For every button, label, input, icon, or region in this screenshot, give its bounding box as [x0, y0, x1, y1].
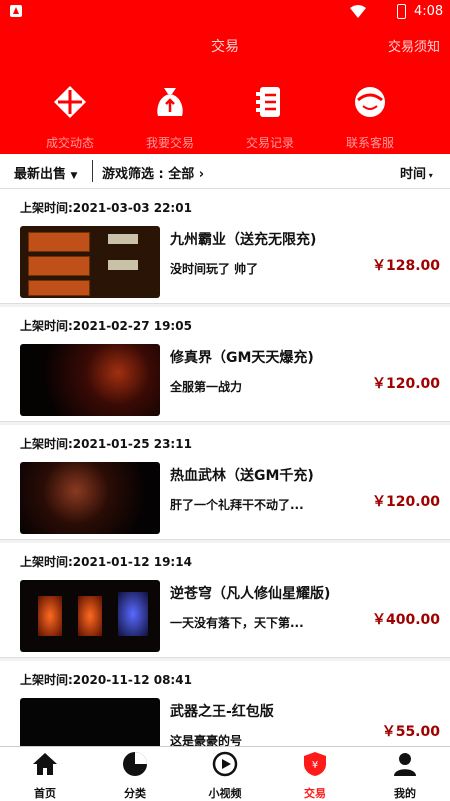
- quick-label: 联系客服: [345, 136, 394, 150]
- trade-header: 交易 交易须知 成交动态 我要交易 交易记录 联系客服: [0, 24, 450, 154]
- game-thumbnail: [20, 580, 160, 652]
- listed-time: 上架时间:2021-03-03 22:01: [20, 201, 192, 215]
- listing-card[interactable]: 上架时间:2021-01-12 19:14 逆苍穹（凡人修仙星耀版) 一天没有落…: [0, 543, 450, 658]
- list-document-icon: [256, 87, 280, 117]
- listing-card[interactable]: 上架时间:2021-03-03 22:01 九州霸业（送充无限充) 没时间玩了 …: [0, 189, 450, 304]
- quick-label: 我要交易: [145, 136, 194, 150]
- listing-description: 一天没有落下，天下第...: [170, 616, 304, 630]
- quick-contact-support[interactable]: 联系客服: [320, 84, 420, 151]
- tab-trade[interactable]: ¥ 交易: [270, 751, 360, 801]
- category-icon: [123, 752, 147, 776]
- tab-label: 首页: [34, 787, 56, 800]
- trade-notice-link[interactable]: 交易须知: [388, 36, 440, 55]
- tab-label: 交易: [304, 787, 326, 800]
- money-bag-icon: [157, 88, 183, 116]
- listed-time: 上架时间:2021-01-12 19:14: [20, 555, 192, 569]
- game-title: 热血武林（送GM千充): [170, 468, 314, 484]
- game-thumbnail: [20, 344, 160, 416]
- listing-card[interactable]: 上架时间:2021-02-27 19:05 修真界（GM天天爆充) 全服第一战力…: [0, 307, 450, 422]
- support-chat-icon: [355, 87, 385, 117]
- filter-bar: 最新出售 ▼ 游戏筛选 : 全部 › 时间 ▾: [0, 154, 450, 189]
- trade-shield-icon: ¥: [304, 752, 326, 776]
- listed-time: 上架时间:2021-02-27 19:05: [20, 319, 192, 333]
- quick-start-trade[interactable]: 我要交易: [120, 84, 220, 151]
- svg-text:¥: ¥: [312, 760, 318, 771]
- game-filter-label: 游戏筛选 : 全部: [102, 167, 195, 182]
- listing-price: ￥120.00: [371, 376, 440, 392]
- game-filter[interactable]: 游戏筛选 : 全部 ›: [102, 163, 204, 182]
- game-title: 武器之王-红包版: [170, 704, 274, 720]
- bottom-tab-bar: 首页 分类 小视频 ¥ 交易 我的: [0, 746, 450, 801]
- sort-label: 最新出售: [14, 167, 67, 182]
- listing-card[interactable]: 上架时间:2020-11-12 08:41 武器之王-红包版 这是豪豪的号 ￥5…: [0, 661, 450, 770]
- game-title: 九州霸业（送充无限充): [170, 232, 317, 248]
- page-title: 交易: [211, 39, 239, 55]
- status-time: 4:08: [414, 4, 444, 19]
- divider: [92, 160, 93, 182]
- listing-card[interactable]: 上架时间:2021-01-25 23:11 热血武林（送GM千充) 肝了一个礼拜…: [0, 425, 450, 540]
- time-sort-label: 时间: [400, 167, 427, 182]
- quick-deal-news[interactable]: 成交动态: [20, 84, 120, 151]
- listing-description: 肝了一个礼拜干不动了...: [170, 498, 304, 512]
- diamond-cross-icon: [54, 86, 86, 118]
- listed-time: 上架时间:2020-11-12 08:41: [20, 673, 192, 687]
- listing-price: ￥128.00: [371, 258, 440, 274]
- status-bar: 4:08: [0, 0, 450, 24]
- battery-icon: [397, 4, 406, 19]
- tab-mine[interactable]: 我的: [360, 751, 450, 801]
- game-title: 修真界（GM天天爆充): [170, 350, 314, 366]
- tab-category[interactable]: 分类: [90, 751, 180, 801]
- listed-time: 上架时间:2021-01-25 23:11: [20, 437, 192, 451]
- tab-label: 小视频: [208, 787, 242, 800]
- caret-down-icon: ▾: [426, 171, 433, 180]
- chevron-right-icon: ›: [198, 167, 205, 182]
- app-notification-icon: [10, 5, 22, 17]
- user-icon: [394, 753, 416, 776]
- quick-label: 交易记录: [245, 136, 294, 150]
- tab-label: 分类: [124, 787, 146, 800]
- listing-description: 全服第一战力: [170, 380, 243, 394]
- tab-label: 我的: [394, 787, 416, 800]
- quick-label: 成交动态: [45, 136, 94, 150]
- listing-price: ￥120.00: [371, 494, 440, 510]
- listing-price: ￥400.00: [371, 612, 440, 628]
- listing-price: ￥55.00: [381, 724, 440, 740]
- sort-dropdown[interactable]: 最新出售 ▼: [14, 163, 77, 182]
- caret-down-icon: ▼: [70, 171, 78, 181]
- quick-trade-records[interactable]: 交易记录: [220, 84, 320, 151]
- wifi-icon: [350, 5, 366, 18]
- tab-short-video[interactable]: 小视频: [180, 751, 270, 801]
- home-icon: [33, 753, 57, 775]
- game-thumbnail: [20, 226, 160, 298]
- listing-description: 没时间玩了 帅了: [170, 262, 259, 276]
- time-sort-dropdown[interactable]: 时间 ▾: [400, 163, 433, 182]
- tab-home[interactable]: 首页: [0, 751, 90, 801]
- game-thumbnail: [20, 462, 160, 534]
- game-title: 逆苍穹（凡人修仙星耀版): [170, 586, 331, 602]
- play-icon: [212, 751, 238, 777]
